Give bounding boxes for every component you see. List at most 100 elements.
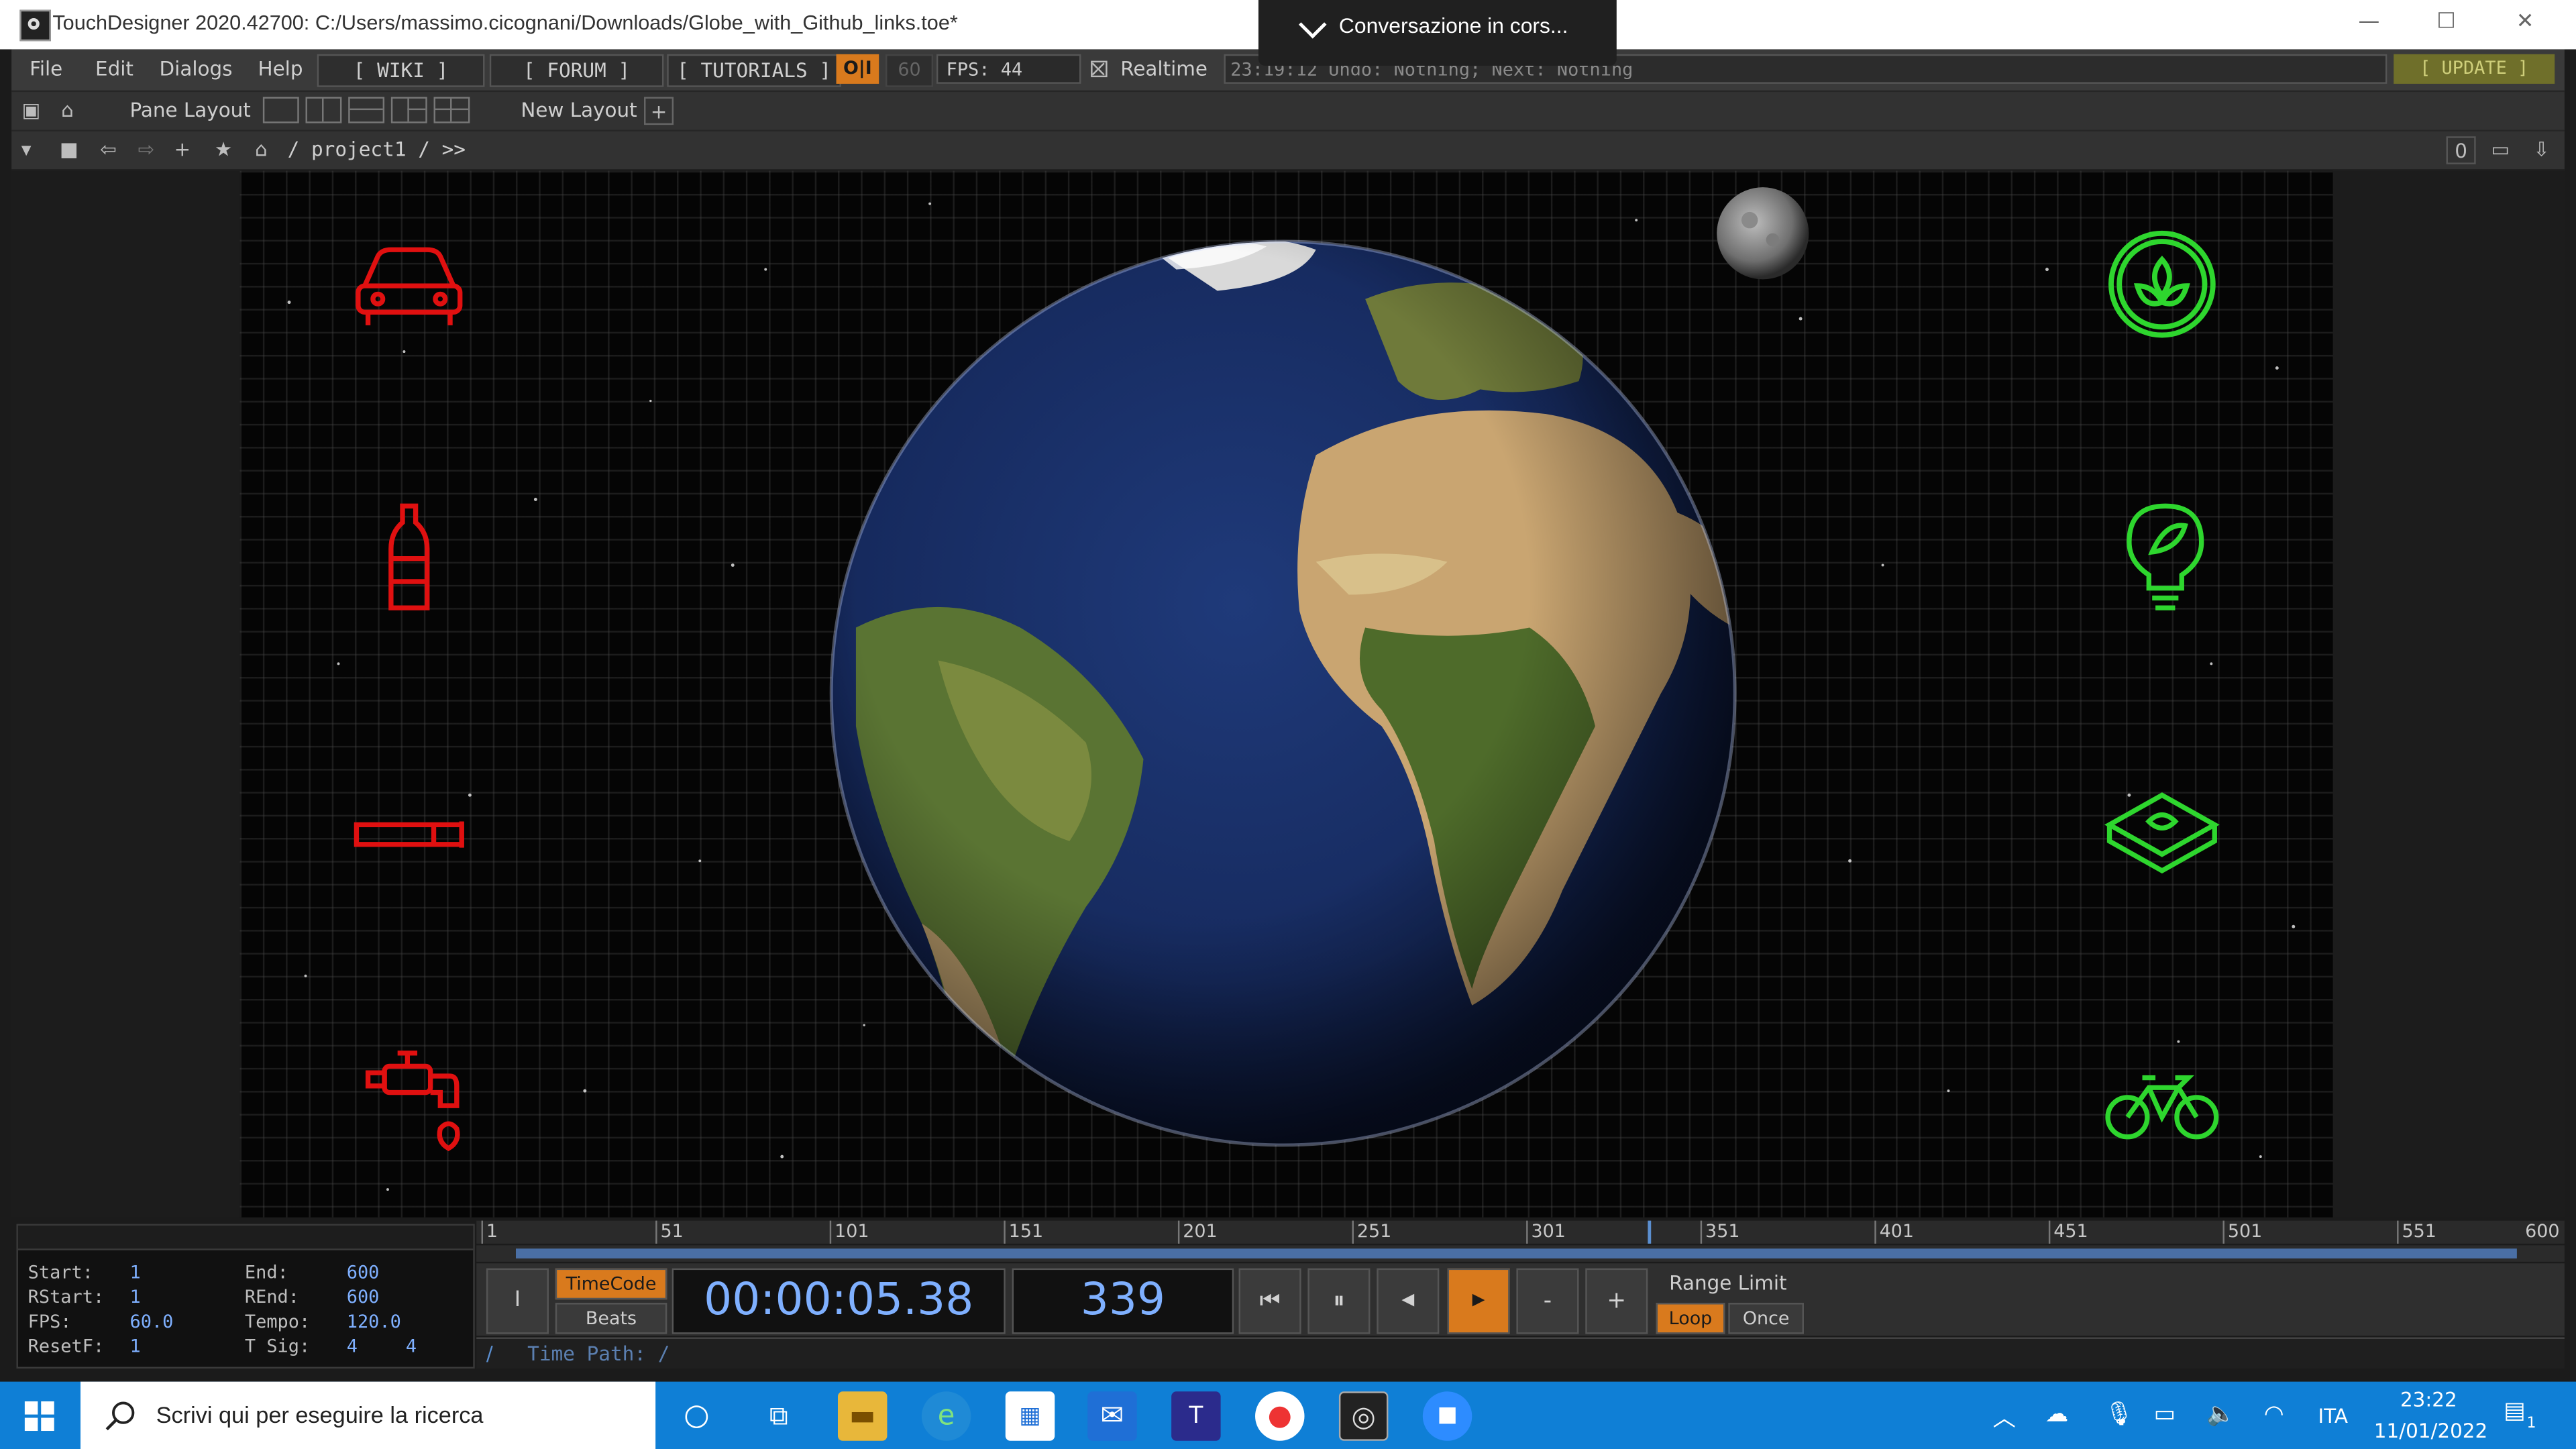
network-path-bar: ▾ ■ ⇦ ⇨ + ★ ⌂ / project1 / >> 0 ▭ ⇩: [11, 131, 2565, 171]
menu-help[interactable]: Help: [258, 58, 303, 80]
new-layout-label[interactable]: New Layout: [521, 99, 637, 121]
start-label: Start:: [28, 1261, 93, 1283]
cortana-icon[interactable]: ○: [672, 1391, 721, 1440]
beats-mode-button[interactable]: Beats: [555, 1303, 667, 1334]
tsig-label: T Sig:: [244, 1336, 311, 1357]
star-icon[interactable]: ★: [209, 136, 238, 164]
tempo-value[interactable]: 120.0: [347, 1311, 401, 1332]
touchdesigner-app-icon: [19, 9, 51, 42]
end-value[interactable]: 600: [347, 1262, 380, 1283]
resetf-value[interactable]: 1: [129, 1336, 140, 1357]
onedrive-cloud-icon[interactable]: ☁: [2045, 1401, 2068, 1428]
mail-icon[interactable]: ✉: [1087, 1391, 1137, 1441]
pane-download-icon[interactable]: ⇩: [2527, 136, 2557, 164]
minimize-button[interactable]: —: [2349, 7, 2389, 40]
zoom-icon[interactable]: ■: [1422, 1391, 1472, 1441]
tray-overflow-icon[interactable]: ︿: [1993, 1401, 2016, 1434]
leaf-bulb-icon: [2127, 503, 2204, 610]
once-button[interactable]: Once: [1728, 1303, 1805, 1334]
maximize-pane-icon[interactable]: ▭: [2485, 136, 2515, 164]
battery-icon[interactable]: ▭: [2154, 1401, 2176, 1428]
layout-split-horizontal-button[interactable]: [348, 97, 385, 123]
chevron-down-icon[interactable]: [1298, 10, 1327, 39]
rstart-value[interactable]: 1: [129, 1287, 140, 1308]
fps-cap-field[interactable]: 60: [885, 54, 934, 87]
timeline-tick: 600: [2525, 1220, 2560, 1242]
bicycle-icon: [2105, 1075, 2219, 1140]
tsig-numerator[interactable]: 4: [347, 1336, 358, 1357]
microphone-icon[interactable]: 🎙: [2104, 1401, 2134, 1428]
layout-four-pane-button[interactable]: [433, 97, 470, 123]
play-backward-button[interactable]: ◀: [1377, 1268, 1440, 1334]
call-notification-popup[interactable]: Conversazione in cors...: [1258, 0, 1617, 66]
power-toggle[interactable]: O|I: [836, 54, 879, 84]
task-view-icon[interactable]: ⧉: [754, 1391, 803, 1440]
frame-display[interactable]: 339: [1012, 1268, 1234, 1334]
chrome-icon[interactable]: ●: [1255, 1391, 1305, 1441]
timeline-scrollbar[interactable]: [476, 1245, 2565, 1262]
timecode-mode-button[interactable]: TimeCode: [555, 1268, 667, 1300]
forward-arrow-icon[interactable]: ⇨: [131, 136, 161, 164]
timeline-scroll-thumb[interactable]: [515, 1248, 2517, 1258]
play-forward-button[interactable]: ▶: [1447, 1268, 1510, 1334]
pane-id-field[interactable]: 0: [2446, 136, 2476, 164]
start-value[interactable]: 1: [129, 1262, 140, 1283]
pause-button[interactable]: ⏸: [1307, 1268, 1371, 1334]
timeline-playhead[interactable]: [1648, 1220, 1652, 1244]
volume-icon[interactable]: 🔈: [2206, 1401, 2235, 1428]
pane-menu-dropdown-icon[interactable]: ▾: [11, 136, 41, 164]
stop-icon[interactable]: ■: [54, 136, 84, 164]
home-icon[interactable]: ⌂: [246, 136, 276, 164]
step-forward-button[interactable]: +: [1585, 1268, 1648, 1334]
step-back-button[interactable]: -: [1516, 1268, 1579, 1334]
rend-label: REnd:: [244, 1286, 300, 1308]
render-viewer[interactable]: [239, 170, 2333, 1218]
add-icon[interactable]: +: [168, 136, 197, 164]
realtime-checkbox[interactable]: [1091, 60, 1108, 78]
home-pane-icon[interactable]: ⌂: [52, 97, 82, 125]
loop-button[interactable]: Loop: [1656, 1303, 1725, 1334]
microsoft-store-icon[interactable]: ▦: [1005, 1391, 1055, 1441]
teams-icon[interactable]: T: [1171, 1391, 1221, 1441]
touchdesigner-taskbar-icon[interactable]: ◎: [1338, 1391, 1389, 1441]
update-button[interactable]: [ UPDATE ]: [2394, 54, 2555, 84]
back-arrow-icon[interactable]: ⇦: [94, 136, 123, 164]
taskbar-search-box[interactable]: Scrivi qui per eseguire la ricerca: [80, 1381, 656, 1449]
menu-dialogs[interactable]: Dialogs: [160, 58, 233, 80]
close-button[interactable]: ✕: [2506, 7, 2545, 40]
timeline-ruler[interactable]: 1 51 101 151 201 251 301 351 401 451 501…: [476, 1220, 2565, 1244]
notification-center-icon[interactable]: ▤: [2504, 1398, 2525, 1424]
wiki-button[interactable]: [ WIKI ]: [317, 54, 485, 87]
rewind-button[interactable]: ⏮: [1238, 1268, 1301, 1334]
timeline-tick: 101: [829, 1220, 869, 1244]
layout-single-button[interactable]: [262, 97, 299, 123]
windows-start-icon[interactable]: [24, 1401, 54, 1432]
time-path-root-button[interactable]: /: [486, 1342, 493, 1365]
timeline-tick: 551: [2397, 1220, 2436, 1244]
network-path-breadcrumb[interactable]: / project1 / >>: [288, 138, 466, 161]
layout-three-pane-button[interactable]: [390, 97, 427, 123]
car-icon: [356, 247, 463, 325]
menu-edit[interactable]: Edit: [95, 58, 133, 80]
layout-split-vertical-button[interactable]: [305, 97, 342, 123]
file-explorer-icon[interactable]: ▬: [837, 1391, 888, 1441]
timecode-display[interactable]: 00:00:05.38: [672, 1268, 1006, 1334]
edge-browser-icon[interactable]: e: [921, 1391, 971, 1441]
bottle-icon: [388, 503, 430, 610]
tutorials-button[interactable]: [ TUTORIALS ]: [667, 54, 841, 87]
time-path-field[interactable]: Time Path: /: [527, 1342, 669, 1365]
tsig-denominator[interactable]: 4: [406, 1336, 417, 1357]
earth-globe-image[interactable]: [823, 233, 1743, 1153]
taskbar-clock-date[interactable]: 11/01/2022: [2374, 1419, 2487, 1442]
add-layout-button[interactable]: +: [644, 97, 674, 125]
fps-value[interactable]: 60.0: [129, 1311, 173, 1332]
forum-button[interactable]: [ FORUM ]: [489, 54, 664, 87]
taskbar-clock-time[interactable]: 23:22: [2400, 1388, 2457, 1411]
window-view-icon[interactable]: ▣: [16, 97, 46, 125]
cursor-icon[interactable]: I: [486, 1268, 549, 1334]
maximize-button[interactable]: ☐: [2426, 7, 2466, 40]
language-indicator[interactable]: ITA: [2318, 1405, 2348, 1428]
menu-file[interactable]: File: [30, 58, 62, 80]
wifi-icon[interactable]: ◠: [2264, 1401, 2284, 1428]
rend-value[interactable]: 600: [347, 1287, 380, 1308]
